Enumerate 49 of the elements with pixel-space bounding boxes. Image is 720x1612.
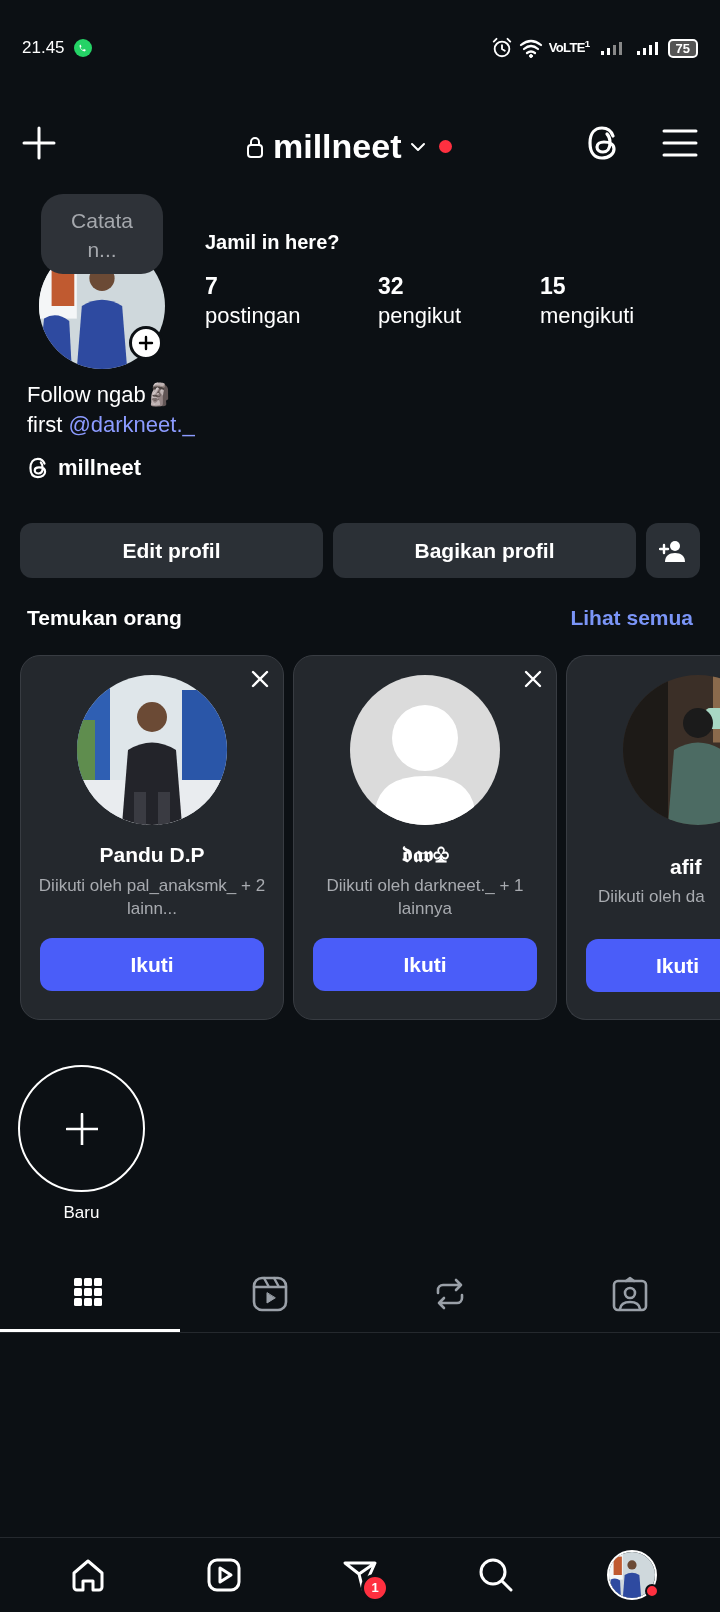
stat-item[interactable]: 32 pengikut [378,271,462,331]
reels-icon [206,1557,242,1593]
plus-icon [65,1112,98,1145]
menu-button[interactable] [662,128,698,158]
notification-badge: 1 [361,1574,389,1602]
home-icon [70,1557,106,1593]
close-icon [249,668,271,690]
profile-name: Jamil in here? [205,230,340,255]
see-all-link[interactable]: Lihat semua [570,602,693,634]
bio-text: first [27,411,63,439]
follow-button[interactable]: Ikuti [313,938,537,991]
search-icon [478,1557,514,1593]
chat-app-icon [72,38,93,58]
suggestion-name: 𝖉𝖆𝖛♧ [400,842,450,868]
highlight-label: Baru [63,1202,100,1224]
plus-icon [22,126,56,160]
suggestion-subtitle: Diikuti oleh pal_anaksmk_ + 2 lainn... [37,875,267,920]
close-icon [522,668,544,690]
nav-messages-button[interactable]: 1 [331,1546,389,1604]
reels-icon [252,1276,288,1312]
follow-button[interactable]: Ikuti [586,939,720,992]
follow-button[interactable]: Ikuti [40,938,264,991]
section-title: Temukan orang [27,605,182,632]
note-bubble[interactable]: Catatan... [41,194,163,274]
add-person-button[interactable] [646,523,700,578]
suggestion-subtitle: Diikuti oleh darkneet._ + 1 lainnya [325,875,525,920]
wifi-icon [518,38,543,58]
profile-action-button[interactable]: Bagikan profil [333,523,636,578]
menu-icon [662,128,698,158]
suggestion-name: Pandu D.P [98,842,206,868]
account-switcher[interactable]: millneet [245,121,453,172]
suggestion-name: afif [670,854,702,880]
close-button[interactable] [522,668,544,690]
add-person-icon [659,538,687,563]
battery-level: 75 [667,38,698,58]
alarm-icon [490,37,513,59]
network-label: VoLTE$^{1}$ [548,38,590,58]
bio-text: Follow ngab🗿 [27,381,173,409]
new-highlight-button[interactable] [18,1065,145,1192]
clock-time: 21.45 [22,37,65,60]
tagged-person-icon [612,1276,648,1312]
threads-link[interactable]: millneet [28,451,142,484]
stat-item[interactable]: 7 postingan [205,271,301,331]
plus-icon [138,335,154,351]
mention-link[interactable]: @darkneet._ [68,410,195,440]
stat-item[interactable]: 15 mengikuti [540,271,635,331]
profile-action-button[interactable]: Edit profil [20,523,323,578]
suggestion-subtitle: Diikuti oleh da [598,886,705,908]
close-button[interactable] [249,668,271,690]
